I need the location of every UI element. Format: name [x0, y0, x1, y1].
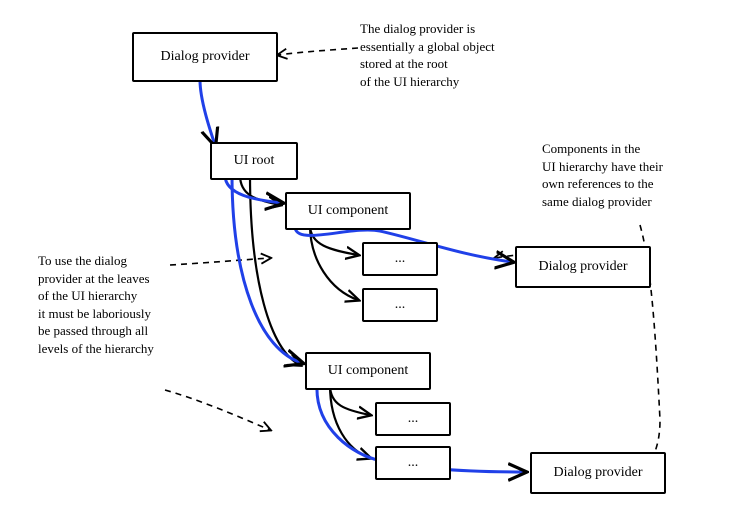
- box-leaf-b: ...: [362, 288, 438, 322]
- box-dialog-provider-top: Dialog provider: [132, 32, 278, 82]
- diagram-canvas: Dialog provider UI root UI component ...…: [0, 0, 730, 516]
- box-leaf-a: ...: [362, 242, 438, 276]
- note-right-mid: Components in the UI hierarchy have thei…: [542, 140, 722, 210]
- box-ui-component-1: UI component: [285, 192, 411, 230]
- note-left: To use the dialog provider at the leaves…: [38, 252, 208, 357]
- note-top-right: The dialog provider is essentially a glo…: [360, 20, 590, 90]
- box-dialog-provider-right-1: Dialog provider: [515, 246, 651, 288]
- box-leaf-d: ...: [375, 446, 451, 480]
- box-dialog-provider-right-2: Dialog provider: [530, 452, 666, 494]
- box-ui-root: UI root: [210, 142, 298, 180]
- box-ui-component-2: UI component: [305, 352, 431, 390]
- box-leaf-c: ...: [375, 402, 451, 436]
